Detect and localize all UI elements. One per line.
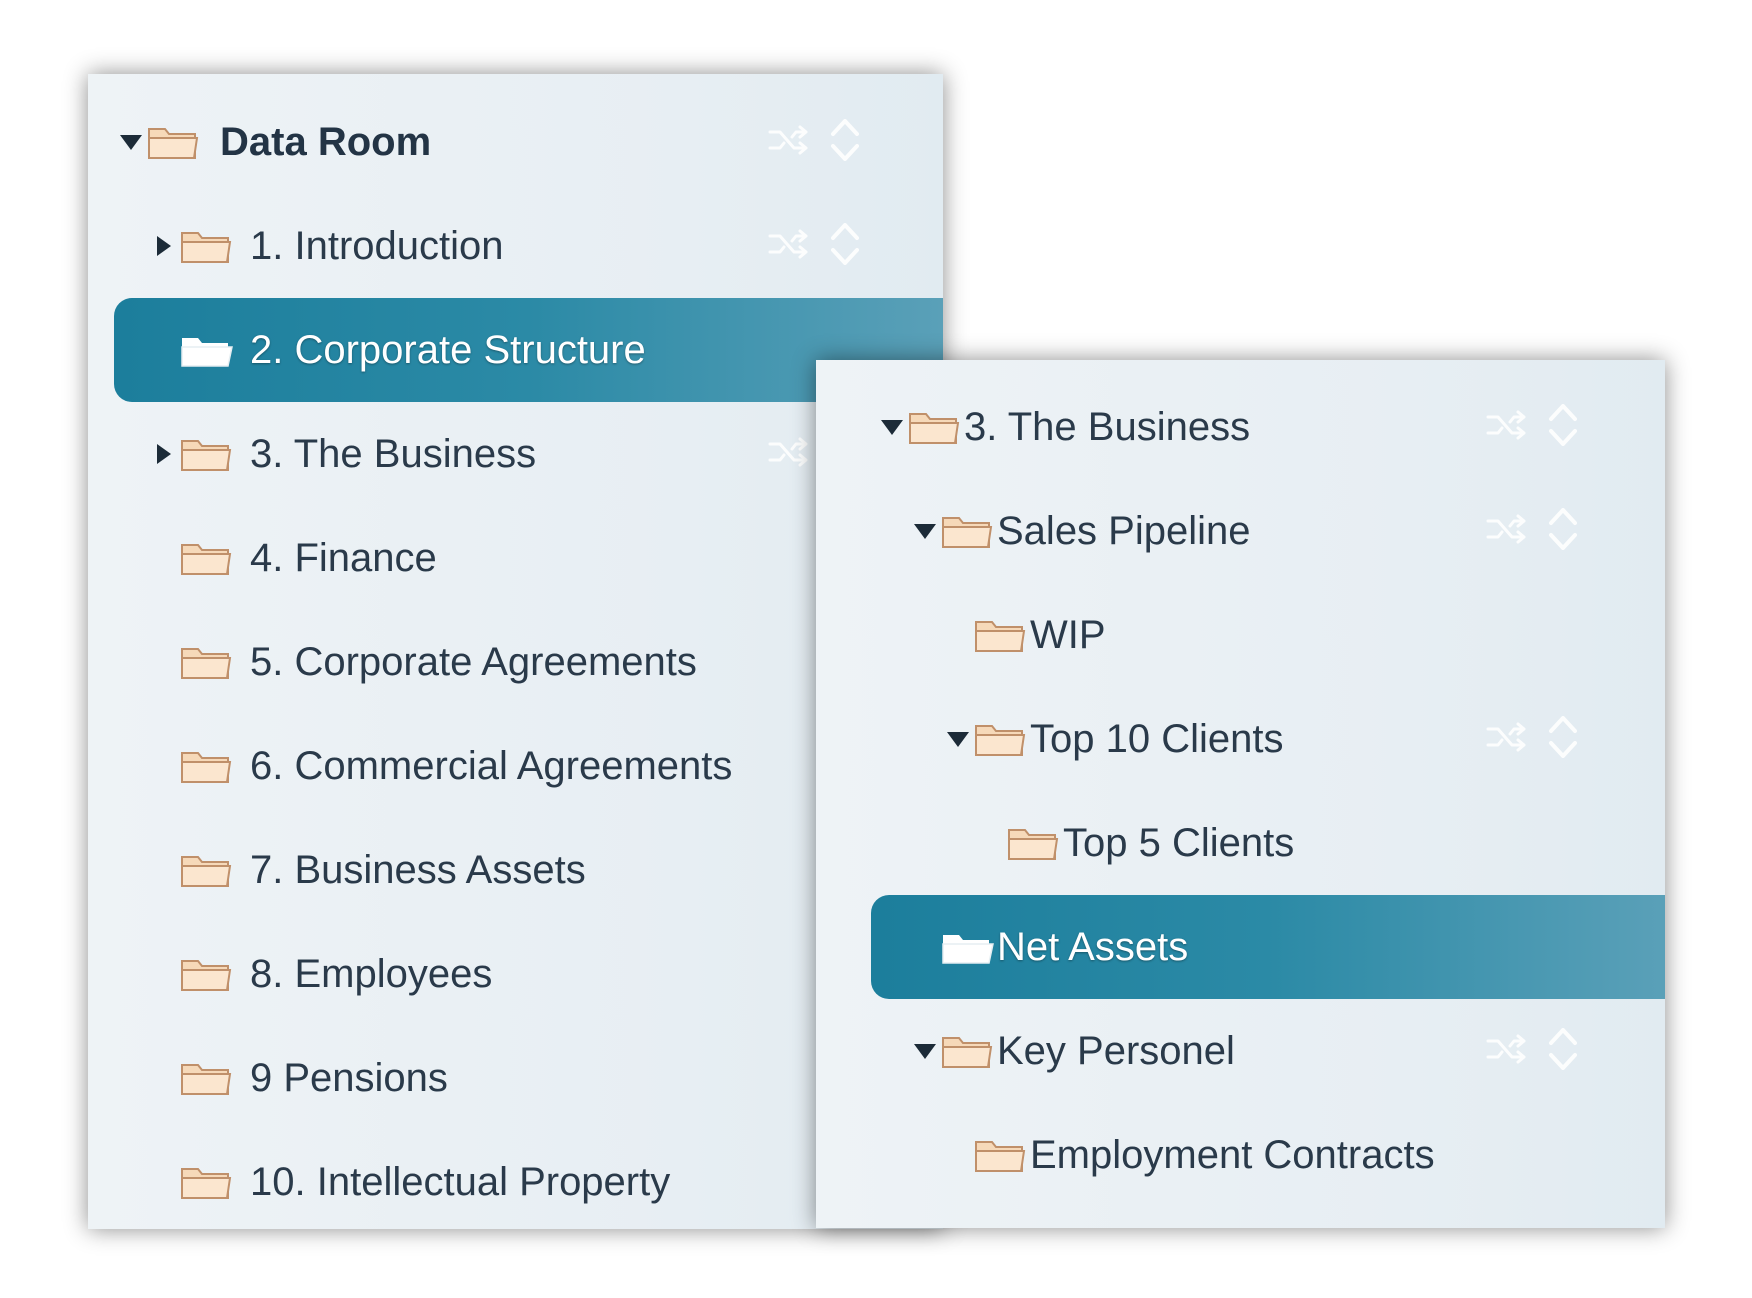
folder-icon: [178, 506, 236, 610]
folder-label: 6. Commercial Agreements: [250, 744, 733, 788]
folder-label: Sales Pipeline: [997, 509, 1251, 553]
folder-icon: [939, 999, 997, 1103]
folder-label: 9 Pensions: [250, 1056, 448, 1100]
folder-label: Key Personel: [997, 1029, 1235, 1073]
folder-icon: [972, 687, 1030, 791]
folder-open-white-icon: [939, 895, 997, 999]
tree-item[interactable]: 8. Employees: [88, 922, 943, 1026]
folder-label: 8. Employees: [250, 952, 493, 996]
folder-icon: [1005, 791, 1063, 895]
triangle-right-icon[interactable]: [152, 402, 176, 506]
folder-label: Data Room: [220, 120, 432, 164]
triangle-down-icon[interactable]: [119, 90, 143, 194]
folder-label: Employment Contracts: [1030, 1133, 1435, 1177]
folder-icon: [906, 375, 964, 479]
folder-label: 10. Intellectual Property: [250, 1160, 671, 1204]
folder-label: Top 10 Clients: [1030, 717, 1284, 761]
folder-label: 3. The Business: [250, 432, 537, 476]
row-actions: [1486, 687, 1606, 791]
sort-icon[interactable]: [828, 221, 862, 272]
tree-item[interactable]: Employment Contracts: [816, 1103, 1665, 1207]
folder-label: 4. Finance: [250, 536, 437, 580]
sort-icon[interactable]: [1546, 402, 1580, 453]
tree-item[interactable]: 7. Business Assets: [88, 818, 943, 922]
folder-label: 1. Introduction: [250, 224, 504, 268]
row-actions: [768, 194, 888, 298]
row-actions: [1486, 479, 1606, 583]
row-actions: [768, 90, 888, 194]
shuffle-icon[interactable]: [768, 228, 812, 265]
triangle-down-icon[interactable]: [946, 687, 970, 791]
shuffle-icon[interactable]: [1486, 1033, 1530, 1070]
folder-icon: [972, 1103, 1030, 1207]
folder-icon: [178, 194, 236, 298]
shuffle-icon[interactable]: [1486, 409, 1530, 446]
triangle-down-icon[interactable]: [913, 999, 937, 1103]
folder-label: Top 5 Clients: [1063, 821, 1295, 865]
tree-item[interactable]: 10. Intellectual Property: [88, 1130, 943, 1229]
row-actions: [1486, 375, 1606, 479]
sort-icon[interactable]: [1546, 1026, 1580, 1077]
tree-item[interactable]: Key Personel: [816, 999, 1665, 1103]
tree-item[interactable]: Top 10 Clients: [816, 687, 1665, 791]
folder-icon: [972, 583, 1030, 687]
folder-icon: [178, 714, 236, 818]
tree-item[interactable]: 3. The Business: [88, 402, 943, 506]
folder-icon: [178, 402, 236, 506]
folder-label: 7. Business Assets: [250, 848, 586, 892]
tree-item[interactable]: 5. Corporate Agreements: [88, 610, 943, 714]
tree-item[interactable]: Sales Pipeline: [816, 479, 1665, 583]
folder-label: Net Assets: [997, 925, 1189, 969]
folder-icon: [939, 479, 997, 583]
triangle-down-icon[interactable]: [913, 479, 937, 583]
shuffle-icon[interactable]: [1486, 721, 1530, 758]
sort-icon[interactable]: [1546, 506, 1580, 557]
tree-item[interactable]: 3. The Business: [816, 375, 1665, 479]
tree-item[interactable]: Top 5 Clients: [816, 791, 1665, 895]
folder-icon: [178, 1026, 236, 1130]
folder-icon: [178, 922, 236, 1026]
tree-item[interactable]: WIP: [816, 583, 1665, 687]
data-room-tree-panel: Data Room 1. Introduction 2. Corporate Str…: [88, 74, 943, 1229]
folder-label: 3. The Business: [964, 405, 1251, 449]
tree-item[interactable]: Net Assets: [871, 895, 1665, 999]
shuffle-icon[interactable]: [768, 436, 812, 473]
folder-open-white-icon: [178, 298, 236, 402]
row-actions: [1486, 999, 1606, 1103]
folder-icon: [178, 818, 236, 922]
folder-icon: [178, 1130, 236, 1229]
folder-label: 5. Corporate Agreements: [250, 640, 697, 684]
folder-icon: [178, 610, 236, 714]
tree-item[interactable]: 6. Commercial Agreements: [88, 714, 943, 818]
folder-label: 2. Corporate Structure: [250, 328, 646, 372]
triangle-right-icon[interactable]: [152, 194, 176, 298]
sort-icon[interactable]: [828, 117, 862, 168]
triangle-down-icon[interactable]: [880, 375, 904, 479]
tree-item[interactable]: 1. Introduction: [88, 194, 943, 298]
tree-item[interactable]: 9 Pensions: [88, 1026, 943, 1130]
the-business-subtree-panel: 3. The Business Sales Pipeline WIP Top 10 C…: [816, 360, 1665, 1228]
folder-label: WIP: [1030, 613, 1106, 657]
shuffle-icon[interactable]: [768, 124, 812, 161]
sort-icon[interactable]: [1546, 714, 1580, 765]
folder-icon: [145, 90, 203, 194]
tree-root-data-room[interactable]: Data Room: [88, 90, 943, 194]
shuffle-icon[interactable]: [1486, 513, 1530, 550]
tree-item[interactable]: 4. Finance: [88, 506, 943, 610]
